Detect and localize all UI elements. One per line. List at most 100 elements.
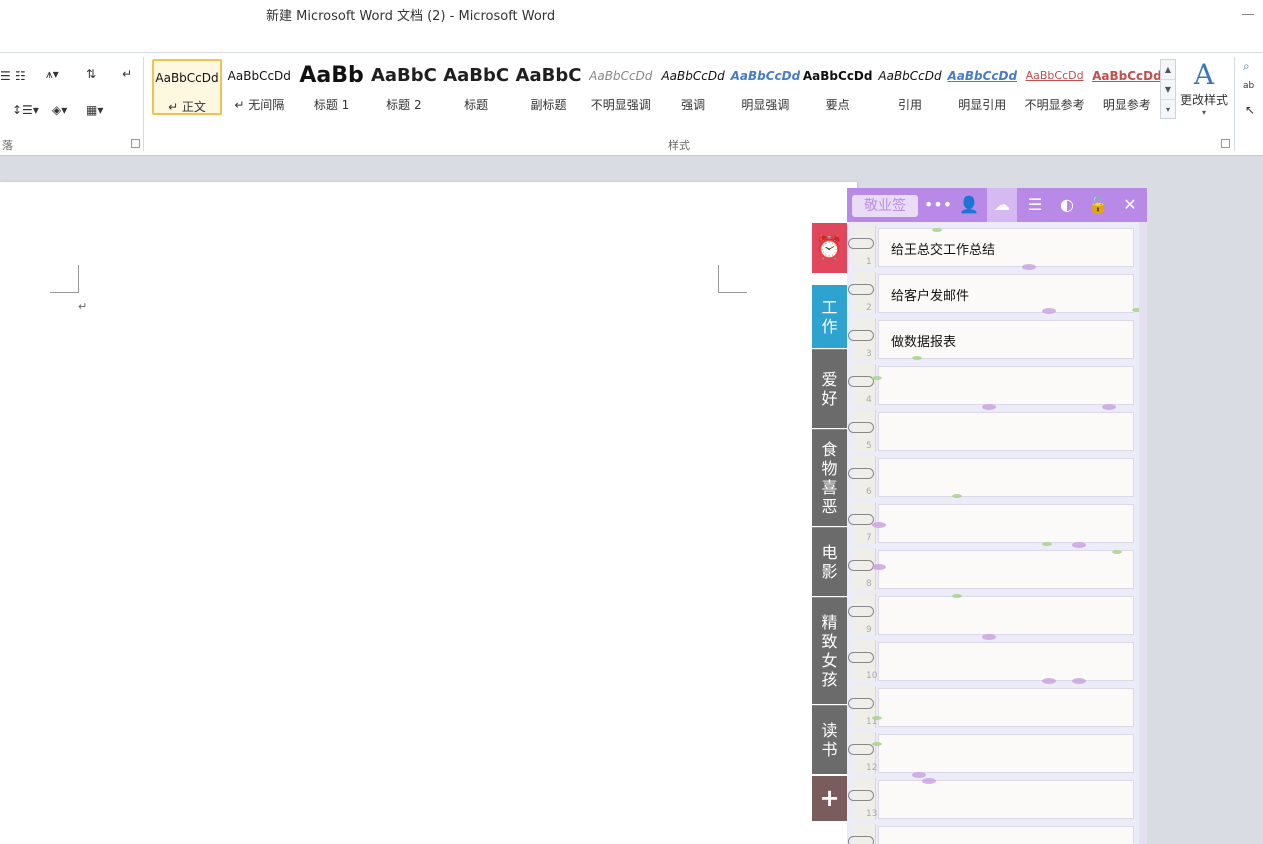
note-row[interactable]: 2 给客户发邮件 bbox=[848, 272, 1142, 314]
brand-logo[interactable]: 敬业签 bbox=[852, 195, 918, 217]
style-item[interactable]: AaBbCcDd 引用 bbox=[875, 59, 945, 115]
show-marks-icon[interactable]: ↵ bbox=[122, 67, 132, 81]
borders-icon[interactable]: ▦▾ bbox=[86, 103, 103, 117]
sort-icon[interactable]: ⇅ bbox=[86, 67, 96, 81]
category-tab-label: 食物喜恶 bbox=[821, 440, 838, 516]
style-item[interactable]: AaBbCcDd 明显强调 bbox=[730, 59, 801, 115]
note-number-label: 12 bbox=[866, 763, 878, 773]
style-item[interactable]: AaBbC 标题 2 bbox=[369, 59, 439, 115]
shading-icon[interactable]: ◈▾ bbox=[52, 103, 67, 117]
category-tab[interactable]: 食物喜恶 bbox=[812, 430, 847, 526]
binder-ring-icon bbox=[848, 514, 874, 525]
style-sample: AaBbCcDd bbox=[802, 69, 873, 83]
note-card[interactable] bbox=[878, 550, 1134, 589]
note-card[interactable] bbox=[878, 596, 1134, 635]
note-card[interactable] bbox=[878, 504, 1134, 543]
line-spacing-icon[interactable]: ↕☰▾ bbox=[12, 103, 39, 117]
category-tab-label: 爱好 bbox=[821, 370, 838, 408]
note-card[interactable] bbox=[878, 734, 1134, 773]
note-card[interactable] bbox=[878, 780, 1134, 819]
style-item[interactable]: AaBbCcDd 明显引用 bbox=[947, 59, 1018, 115]
select-icon[interactable]: ↖ bbox=[1245, 103, 1255, 117]
style-name: 不明显强调 bbox=[590, 98, 651, 112]
note-row[interactable] bbox=[848, 824, 1138, 844]
note-card[interactable]: 做数据报表 bbox=[878, 320, 1134, 359]
note-card[interactable]: 给王总交工作总结 bbox=[878, 228, 1134, 267]
note-row[interactable]: 12 bbox=[848, 732, 1138, 778]
style-gallery-scroll[interactable]: ▲ ▼ ▾ bbox=[1160, 59, 1176, 119]
chevron-down-icon: ▾ bbox=[1201, 108, 1206, 117]
change-styles-button[interactable]: A 更改样式 ▾ bbox=[1178, 59, 1230, 118]
leaf-decoration-icon bbox=[952, 494, 962, 498]
note-card[interactable] bbox=[878, 412, 1134, 451]
unlock-icon[interactable]: 🔓 bbox=[1083, 188, 1113, 222]
binder-ring-icon bbox=[848, 284, 874, 295]
style-item[interactable]: AaBbCcDd 不明显参考 bbox=[1020, 59, 1090, 115]
gallery-down-icon[interactable]: ▼ bbox=[1161, 80, 1175, 100]
add-category-button[interactable]: + bbox=[812, 776, 847, 821]
note-row[interactable]: 4 bbox=[848, 364, 1138, 410]
style-gallery: AaBbCcDd ↵ 正文 AaBbCcDd ↵ 无间隔 AaBb 标题 1 AaBbC 标题… bbox=[150, 59, 1162, 115]
flower-decoration-icon bbox=[1072, 678, 1086, 684]
note-card[interactable] bbox=[878, 688, 1134, 727]
ribbon: ☰ ☷ ⩚▾ ⇅ ↵ ↕☰▾ ◈▾ ▦▾ 落 AaBbCcDd ↵ 正文 AaBbC… bbox=[0, 52, 1263, 156]
style-item[interactable]: AaBbC 标题 bbox=[441, 59, 511, 115]
note-row[interactable]: 11 bbox=[848, 686, 1138, 728]
flower-decoration-icon bbox=[1042, 308, 1056, 314]
gallery-up-icon[interactable]: ▲ bbox=[1161, 60, 1175, 80]
binder-ring-icon bbox=[848, 698, 874, 709]
style-item[interactable]: AaBbCcDd 强调 bbox=[658, 59, 728, 115]
user-icon[interactable]: 👤 bbox=[954, 188, 984, 222]
category-tab[interactable]: 精致女孩 bbox=[812, 598, 847, 704]
leaf-decoration-icon bbox=[1042, 542, 1052, 546]
style-item[interactable]: AaBb 标题 1 bbox=[297, 59, 367, 115]
list-icon[interactable]: ☰ bbox=[1020, 188, 1050, 222]
note-card[interactable] bbox=[878, 458, 1134, 497]
indent-icon[interactable]: ☷ bbox=[15, 69, 26, 83]
close-icon[interactable]: ✕ bbox=[1115, 188, 1145, 222]
style-name: 标题 2 bbox=[386, 98, 422, 112]
note-card[interactable]: 给客户发邮件 bbox=[878, 274, 1134, 313]
style-item[interactable]: AaBbCcDd ↵ 无间隔 bbox=[224, 59, 294, 115]
align-left-icon[interactable]: ☰ bbox=[0, 69, 11, 83]
note-row[interactable]: 3 做数据报表 bbox=[848, 318, 1138, 360]
paragraph-dialog-launcher[interactable] bbox=[131, 139, 140, 148]
reminder-tab[interactable]: ⏰ bbox=[812, 223, 847, 273]
styles-dialog-launcher[interactable] bbox=[1221, 139, 1230, 148]
category-tab[interactable]: 读书 bbox=[812, 706, 847, 774]
style-item[interactable]: AaBbCcDd 不明显强调 bbox=[586, 59, 656, 115]
toggle-icon[interactable]: ◐ bbox=[1052, 188, 1082, 222]
note-row[interactable]: 8 bbox=[848, 548, 1138, 590]
flower-decoration-icon bbox=[922, 778, 936, 784]
note-number-label: 4 bbox=[866, 395, 872, 405]
note-row[interactable]: 1 给王总交工作总结 bbox=[848, 226, 1138, 270]
note-row[interactable]: 6 bbox=[848, 456, 1138, 498]
note-row[interactable]: 5 bbox=[848, 410, 1147, 452]
note-row[interactable]: 9 bbox=[848, 594, 1138, 640]
note-number-label: 8 bbox=[866, 579, 872, 589]
cloud-icon[interactable]: ☁ bbox=[987, 188, 1017, 222]
note-text: 给王总交工作总结 bbox=[891, 243, 996, 258]
note-scrollbar[interactable] bbox=[1139, 222, 1147, 844]
note-row[interactable]: 7 bbox=[848, 502, 1138, 548]
note-card[interactable] bbox=[878, 366, 1134, 405]
find-icon[interactable]: ⌕ bbox=[1243, 59, 1250, 74]
category-tab[interactable]: 电影 bbox=[812, 528, 847, 596]
chinese-layout-icon[interactable]: ⩚▾ bbox=[46, 67, 59, 82]
style-item[interactable]: AaBbCcDd 明显参考 bbox=[1092, 59, 1162, 115]
style-item[interactable]: AaBbCcDd ↵ 正文 bbox=[152, 59, 222, 115]
minimize-button[interactable] bbox=[1242, 14, 1254, 15]
note-row[interactable]: 13 bbox=[848, 778, 1138, 820]
style-name: ↵ 无间隔 bbox=[234, 98, 285, 112]
style-name: 要点 bbox=[825, 98, 850, 112]
style-item[interactable]: AaBbCcDd 要点 bbox=[803, 59, 873, 115]
category-tab[interactable]: 工作 bbox=[812, 285, 847, 348]
category-tab[interactable]: 爱好 bbox=[812, 350, 847, 428]
note-row[interactable]: 10 bbox=[848, 640, 1138, 684]
style-item[interactable]: AaBbC 副标题 bbox=[514, 59, 584, 115]
note-card[interactable] bbox=[878, 642, 1134, 681]
gallery-more-icon[interactable]: ▾ bbox=[1161, 100, 1175, 119]
note-card[interactable] bbox=[878, 826, 1134, 844]
replace-icon[interactable]: ab bbox=[1243, 81, 1254, 91]
more-icon[interactable]: ••• bbox=[923, 188, 953, 222]
